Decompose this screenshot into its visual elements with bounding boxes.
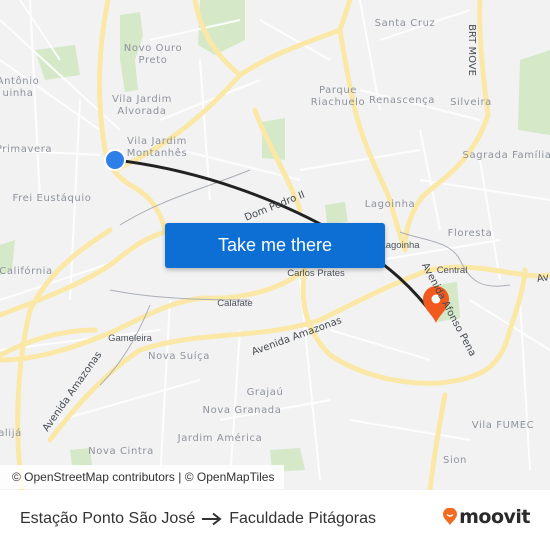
rail-line [119, 169, 251, 226]
map-label: Nova Granada [202, 405, 282, 416]
map-label: Primavera [0, 144, 53, 155]
map-label: Lagoinha [364, 199, 416, 210]
map-label: Jardim América [177, 433, 263, 444]
map-label: alijá [0, 428, 22, 439]
map-label: Nova Suíça [148, 351, 210, 362]
map-label: Sagrada Família [462, 150, 550, 161]
map-label: Califórnia [0, 266, 53, 277]
moovit-logo[interactable]: moovit [442, 506, 530, 528]
destination-name: Faculdade Pitágoras [229, 510, 376, 527]
map-attribution[interactable]: © OpenStreetMap contributors | © OpenMap… [0, 465, 285, 489]
take-me-there-button[interactable]: Take me there [165, 223, 385, 268]
route-title: Estação Ponto São José Faculdade Pitágor… [20, 510, 376, 528]
map-label: Central [436, 265, 468, 276]
map-label: Vila Jardim Alvorada [112, 94, 172, 117]
road-segment [427, 392, 448, 490]
park-area [325, 202, 348, 224]
map-label: Frei Eustáquio [12, 193, 92, 204]
map-label: Silveira [450, 97, 492, 108]
map-view[interactable]: Novo Ouro Preto Antônio uinha Vila Jardi… [0, 0, 550, 490]
map-label: Vila FUMEC [471, 420, 535, 431]
road-label: Av [535, 272, 550, 285]
map-label: Nova Cintra [88, 446, 154, 457]
moovit-pin-icon [443, 508, 458, 525]
map-label: Calafate [217, 298, 253, 309]
map-label: Vila Jardim Montanhês [126, 136, 188, 159]
road-segment [337, 27, 408, 253]
map-label: Sion [443, 455, 467, 466]
map-label: Carlos Prates [287, 268, 345, 279]
origin-marker [104, 149, 126, 171]
map-label: Grajaú [246, 387, 284, 398]
map-label: Parque Riachuelo [310, 85, 366, 108]
park-area [35, 45, 80, 80]
map-label: Renascença [369, 95, 435, 106]
map-label: Lagoinha [380, 240, 420, 251]
map-label: Santa Cruz [374, 18, 436, 29]
road-label: BRT MOVE [466, 24, 477, 76]
map-label: Antônio uinha [0, 76, 40, 99]
map-label: Novo Ouro Preto [123, 43, 183, 66]
map-label: Floresta [447, 228, 493, 239]
brand-name: moovit [459, 506, 530, 528]
origin-name: Estação Ponto São José [20, 510, 196, 527]
park-area [518, 50, 550, 135]
arrow-right-icon [202, 512, 222, 526]
map-label: Gameleira [108, 333, 152, 344]
